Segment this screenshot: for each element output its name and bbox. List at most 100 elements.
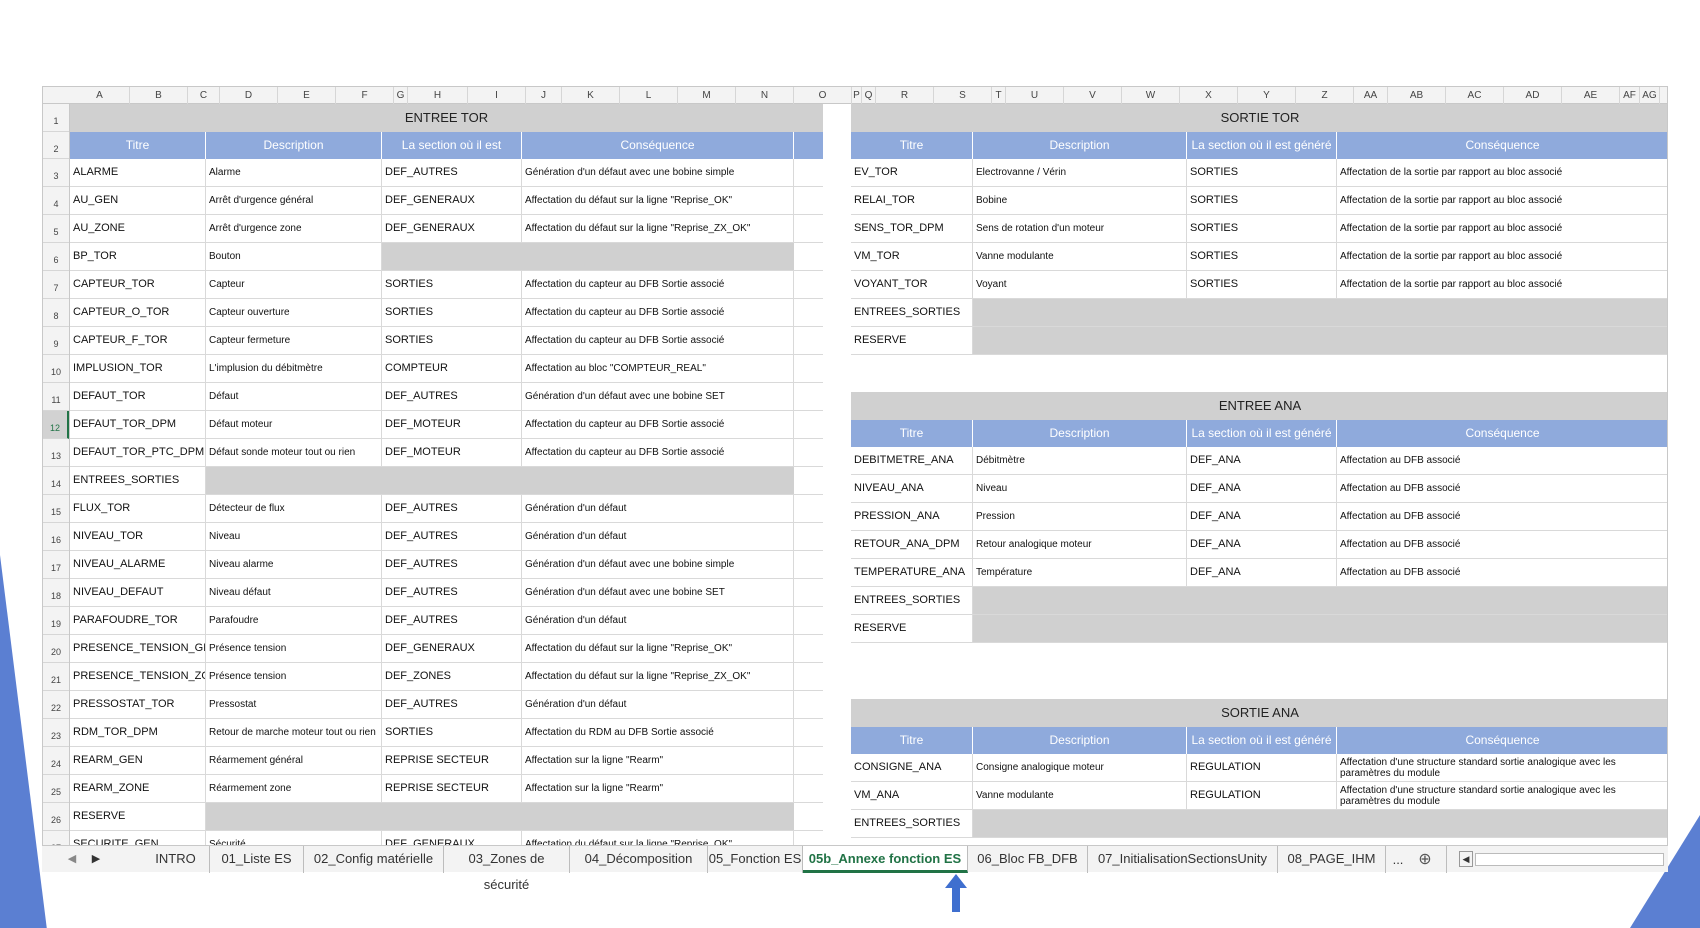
row-header[interactable]: 7 [43,271,69,299]
table-row[interactable]: PRESSION_ANA Pression DEF_ANA Affectation a… [851,503,1667,531]
cell-section[interactable]: SORTIES [382,327,522,355]
cell-section[interactable]: SORTIES [382,299,522,327]
row-header[interactable]: 17 [43,551,69,579]
triangle-left-icon[interactable]: ◀ [1459,851,1473,867]
cell-titre[interactable]: PRESSION_ANA [851,503,973,531]
cell-titre[interactable]: RDM_TOR_DPM [70,719,206,747]
table-row[interactable]: PRESENCE_TENSION_ZONEPrésence tensionDEF… [70,663,823,691]
spreadsheet-grid[interactable]: A B C D E F G H I J K L M N O P Q R S T U V W X Y Z AA AB AC AD AE AF AG… [42,86,1668,870]
cell-consequence[interactable]: Génération d'un défaut avec une bobine S… [522,383,794,411]
table-row[interactable]: NIVEAU_DEFAUT Niveau défaut DEF_AUTRES Géné… [70,579,823,607]
row-header[interactable]: 6 [43,243,69,271]
column-header[interactable]: F [336,87,394,104]
table-row[interactable]: PRESSOSTAT_TOR Pressostat DEF_AUTRES Généra… [70,691,823,719]
cell-description[interactable]: Capteur fermeture [206,327,382,355]
cell-consequence[interactable]: Affectation du défaut sur la ligne "Repr… [522,187,794,215]
scrollbar-track[interactable] [1475,853,1664,866]
cell-consequence[interactable]: Affectation de la sortie par rapport au … [1337,187,1667,215]
cell-consequence[interactable]: Génération d'un défaut [522,607,794,635]
triangle-left-icon[interactable]: ◀ [62,846,82,873]
cell-consequence[interactable]: Affectation du capteur au DFB Sortie ass… [522,299,794,327]
table-row[interactable]: ENTREES_SORTIES [70,467,823,495]
cell-section[interactable]: DEF_ANA [1187,447,1337,475]
cell-section[interactable]: SORTIES [1187,159,1337,187]
sheet-tab[interactable]: 02_Config matérielle [304,846,444,873]
cell-description[interactable]: Réarmement zone [206,775,382,803]
table-row[interactable]: VM_ANA Vanne modulante REGULATION Affectati… [851,782,1667,810]
cell-titre[interactable]: DEBITMETRE_ANA [851,447,973,475]
column-header[interactable]: L [620,87,678,104]
column-header[interactable]: C [188,87,220,104]
table-row[interactable]: DEFAUT_TOR_DPM Défaut moteur DEF_MOTEUR Aff… [70,411,823,439]
cell-titre[interactable]: BP_TOR [70,243,206,271]
table-row[interactable]: SENS_TOR_DPM Sens de rotation d'un moteur… [851,215,1667,243]
cell-consequence[interactable]: Génération d'un défaut [522,691,794,719]
cell-titre[interactable]: RESERVE [851,327,973,355]
cell-section[interactable]: DEF_GENERAUX [382,215,522,243]
cell-titre[interactable]: AU_ZONE [70,215,206,243]
cell-titre[interactable]: NIVEAU_ALARME [70,551,206,579]
row-header[interactable]: 4 [43,187,69,215]
table-row[interactable]: ENTREES_SORTIES [851,810,1667,838]
row-header[interactable]: 25 [43,775,69,803]
sheet-tab[interactable]: 06_Bloc FB_DFB [968,846,1088,873]
cell-consequence[interactable]: Affectation de la sortie par rapport au … [1337,215,1667,243]
cell-description[interactable]: Température [973,559,1187,587]
cell-consequence[interactable]: Affectation sur la ligne "Rearm" [522,775,794,803]
cell-description[interactable]: Défaut [206,383,382,411]
cell-titre[interactable]: SENS_TOR_DPM [851,215,973,243]
cell-titre[interactable]: VM_ANA [851,782,973,810]
cell-description[interactable]: Vanne modulante [973,243,1187,271]
cell-titre[interactable]: IMPLUSION_TOR [70,355,206,383]
row-header[interactable]: 20 [43,635,69,663]
cell-description[interactable]: Arrêt d'urgence zone [206,215,382,243]
cell-description[interactable]: Pression [973,503,1187,531]
cell-titre[interactable]: AU_GEN [70,187,206,215]
column-header[interactable]: K [562,87,620,104]
table-row[interactable]: FLUX_TOR Détecteur de flux DEF_AUTRES Génér… [70,495,823,523]
table-row[interactable]: ENTREES_SORTIES [851,299,1667,327]
table-row[interactable]: DEFAUT_TOR_PTC_DPM Défaut sonde moteur to… [70,439,823,467]
cell-description[interactable]: Débitmètre [973,447,1187,475]
column-header[interactable]: AE [1562,87,1620,104]
cell-consequence[interactable]: Affectation du capteur au DFB Sortie ass… [522,271,794,299]
plus-circle-icon[interactable]: ⊕ [1414,846,1436,873]
cell-consequence[interactable]: Affectation du capteur au DFB Sortie ass… [522,411,794,439]
cell-titre[interactable]: ALARME [70,159,206,187]
cell-description[interactable]: Sens de rotation d'un moteur [973,215,1187,243]
table-row[interactable]: RETOUR_ANA_DPM Retour analogique moteur DE… [851,531,1667,559]
cell-titre[interactable]: RELAI_TOR [851,187,973,215]
cell-section[interactable]: DEF_AUTRES [382,159,522,187]
row-header[interactable]: 13 [43,439,69,467]
table-row[interactable]: CAPTEUR_TOR Capteur SORTIES Affectation du … [70,271,823,299]
cell-section[interactable]: REPRISE SECTEUR [382,747,522,775]
cell-consequence[interactable]: Affectation d'une structure standard sor… [1337,754,1667,782]
column-header[interactable]: AD [1504,87,1562,104]
cell-consequence[interactable]: Affectation au DFB associé [1337,447,1667,475]
cell-description[interactable]: Présence tension [206,663,382,691]
column-header[interactable]: Q [862,87,876,104]
sheet-tab[interactable]: INTRO [142,846,210,873]
table-row[interactable]: RELAI_TOR Bobine SORTIES Affectation de la … [851,187,1667,215]
table-row[interactable]: CAPTEUR_F_TOR Capteur fermeture SORTIES Aff… [70,327,823,355]
cell-consequence[interactable]: Affectation au bloc "COMPTEUR_REAL" [522,355,794,383]
table-row[interactable]: VM_TOR Vanne modulante SORTIES Affectation … [851,243,1667,271]
cell-section[interactable]: SORTIES [1187,271,1337,299]
more-tabs-button[interactable]: ... [1388,846,1408,873]
table-row[interactable]: IMPLUSION_TOR L'implusion du débitmètre CO… [70,355,823,383]
column-header[interactable]: AF [1620,87,1640,104]
row-header[interactable]: 11 [43,383,69,411]
sheet-tab[interactable]: 07_InitialisationSectionsUnity [1088,846,1278,873]
column-header[interactable]: W [1122,87,1180,104]
cell-description[interactable]: Bouton [206,243,382,271]
column-header[interactable]: U [1006,87,1064,104]
cell-description[interactable]: Niveau alarme [206,551,382,579]
cell-description[interactable]: Retour de marche moteur tout ou rien [206,719,382,747]
cell-consequence[interactable]: Affectation d'une structure standard sor… [1337,782,1667,810]
cell-description[interactable]: Alarme [206,159,382,187]
cell-consequence[interactable]: Génération d'un défaut avec une bobine s… [522,159,794,187]
cell-description[interactable]: Défaut sonde moteur tout ou rien [206,439,382,467]
cell-section[interactable]: SORTIES [1187,243,1337,271]
column-header[interactable]: Y [1238,87,1296,104]
column-header[interactable]: T [992,87,1006,104]
